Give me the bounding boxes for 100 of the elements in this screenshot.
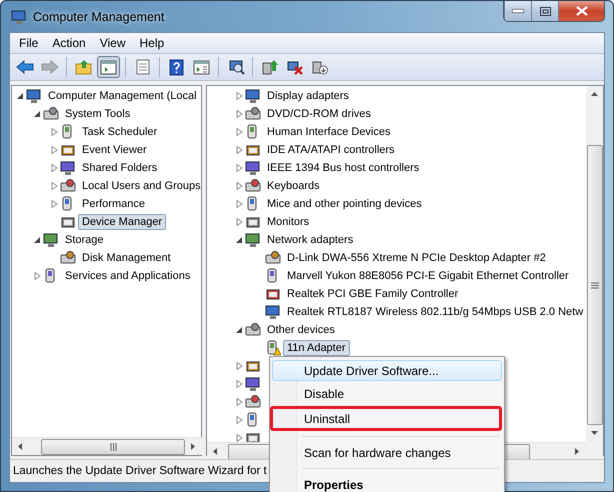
expand-arrow-icon[interactable]	[236, 146, 242, 154]
status-text: Launches the Update Driver Software Wizard for t	[13, 465, 267, 477]
help-icon	[169, 58, 184, 76]
context-menu-item[interactable]: Update Driver Software...	[272, 360, 502, 381]
scrollbar-grip-icon	[110, 442, 116, 450]
expand-arrow-icon[interactable]	[236, 200, 242, 208]
collapse-arrow-icon[interactable]	[34, 236, 40, 244]
uninstall-device-icon	[286, 59, 304, 75]
expand-arrow-icon[interactable]	[236, 434, 242, 442]
forward-arrow-icon	[40, 60, 58, 74]
scroll-up-icon[interactable]	[590, 90, 599, 99]
tree-item[interactable]: Services and Applications	[61, 268, 194, 284]
context-menu-item[interactable]: Scan for hardware changes	[272, 442, 502, 463]
minimize-icon	[512, 9, 524, 13]
context-menu-item[interactable]: Disable	[272, 383, 502, 404]
tree-item[interactable]: Disk Management	[78, 250, 175, 266]
scrollbar-thumb[interactable]	[41, 438, 185, 454]
close-icon	[576, 6, 588, 16]
device-icon	[11, 8, 27, 24]
minimize-button[interactable]	[504, 1, 531, 21]
expand-arrow-icon[interactable]	[236, 380, 242, 388]
expand-arrow-icon[interactable]	[50, 182, 58, 190]
tree-item[interactable]: Event Viewer	[78, 142, 151, 158]
expand-arrow-icon[interactable]	[50, 200, 58, 208]
warning-device-icon	[265, 340, 281, 356]
scrollbar-thumb[interactable]	[586, 145, 602, 425]
menu-item[interactable]: File	[12, 36, 46, 50]
collapse-arrow-icon[interactable]	[236, 326, 242, 334]
context-menu-item[interactable]: Properties	[272, 474, 502, 492]
tree-item[interactable]: Display adapters	[263, 88, 353, 104]
expand-arrow-icon[interactable]	[34, 272, 40, 280]
device-icon	[245, 178, 261, 194]
menu-item[interactable]: View	[92, 36, 132, 50]
scroll-left-icon[interactable]	[211, 447, 220, 456]
back-arrow-icon	[16, 60, 34, 74]
device-icon	[245, 394, 261, 410]
expand-arrow-icon[interactable]	[50, 128, 58, 136]
maximize-button[interactable]	[531, 1, 558, 21]
disable-device-icon	[310, 59, 328, 75]
properties-sheet-icon	[134, 59, 150, 75]
device-icon	[245, 376, 261, 392]
device-icon	[245, 106, 261, 122]
expand-arrow-icon[interactable]	[236, 218, 242, 226]
expand-arrow-icon[interactable]	[236, 398, 242, 406]
tree-item[interactable]: Device Manager	[78, 214, 166, 230]
tree-item[interactable]: Network adapters	[263, 232, 358, 248]
tree-item[interactable]: Other devices	[263, 322, 339, 338]
scrollbar-grip-icon	[590, 282, 598, 288]
folder-up-icon	[74, 59, 92, 75]
collapse-arrow-icon[interactable]	[16, 92, 24, 100]
tree-item[interactable]: Keyboards	[263, 178, 324, 194]
device-icon	[26, 88, 42, 104]
tree-item[interactable]: Marvell Yukon 88E8056 PCI-E Gigabit Ethernet Controller	[283, 268, 573, 284]
tree-item[interactable]: System Tools	[61, 106, 134, 122]
expand-arrow-icon[interactable]	[236, 416, 242, 424]
tree-item[interactable]: Performance	[78, 196, 149, 212]
menu-item[interactable]: Help	[132, 36, 172, 50]
console-tree-icon	[100, 60, 117, 74]
update-driver-icon	[260, 59, 278, 75]
expand-arrow-icon[interactable]	[236, 110, 242, 118]
device-icon	[265, 250, 281, 266]
expand-arrow-icon[interactable]	[236, 128, 242, 136]
tree-item[interactable]: Mice and other pointing devices	[263, 196, 426, 212]
device-icon	[60, 160, 76, 176]
device-icon	[60, 250, 76, 266]
tree-item[interactable]: Storage	[61, 232, 108, 248]
tree-item[interactable]: Local Users and Groups	[78, 178, 202, 194]
tree-item[interactable]: Monitors	[263, 214, 314, 230]
menu-item[interactable]: Action	[45, 36, 93, 50]
expand-arrow-icon[interactable]	[236, 362, 242, 370]
tree-item[interactable]: DVD/CD-ROM drives	[263, 106, 375, 122]
expand-arrow-icon[interactable]	[50, 164, 58, 172]
horizontal-scrollbar[interactable]	[12, 437, 202, 455]
action-pane-icon	[193, 60, 210, 74]
context-menu-item[interactable]: Uninstall	[270, 406, 502, 431]
collapse-arrow-icon[interactable]	[34, 110, 40, 118]
tree-item[interactable]: Human Interface Devices	[263, 124, 394, 140]
device-icon	[60, 178, 76, 194]
device-icon	[265, 304, 281, 320]
device-icon	[245, 160, 261, 176]
tree-item[interactable]: Task Scheduler	[78, 124, 162, 140]
expand-arrow-icon[interactable]	[236, 92, 242, 100]
tree-item[interactable]: Realtek RTL8187 Wireless 802.11b/g 54Mbps USB 2.0 Netw	[283, 304, 586, 320]
tree-item[interactable]: 11n Adapter	[283, 340, 350, 356]
scroll-left-icon[interactable]	[16, 442, 25, 451]
tree-item[interactable]: D-Link DWA-556 Xtreme N PCIe Desktop Adapter #2	[283, 250, 550, 266]
tree-item[interactable]: IDE ATA/ATAPI controllers	[263, 142, 399, 158]
tree-item[interactable]: Realtek PCI GBE Family Controller	[283, 286, 462, 302]
expand-arrow-icon[interactable]	[236, 182, 242, 190]
device-icon	[43, 232, 59, 248]
tree-item[interactable]: IEEE 1394 Bus host controllers	[263, 160, 424, 176]
tree-item[interactable]: Shared Folders	[78, 160, 162, 176]
expand-arrow-icon[interactable]	[236, 164, 242, 172]
vertical-scrollbar[interactable]	[586, 86, 603, 442]
toolbar-button[interactable]	[97, 56, 120, 78]
collapse-arrow-icon[interactable]	[236, 236, 242, 244]
close-button[interactable]	[558, 1, 604, 21]
expand-arrow-icon[interactable]	[50, 146, 58, 154]
device-icon	[43, 106, 59, 122]
tree-item[interactable]: Computer Management (Local	[44, 88, 201, 104]
